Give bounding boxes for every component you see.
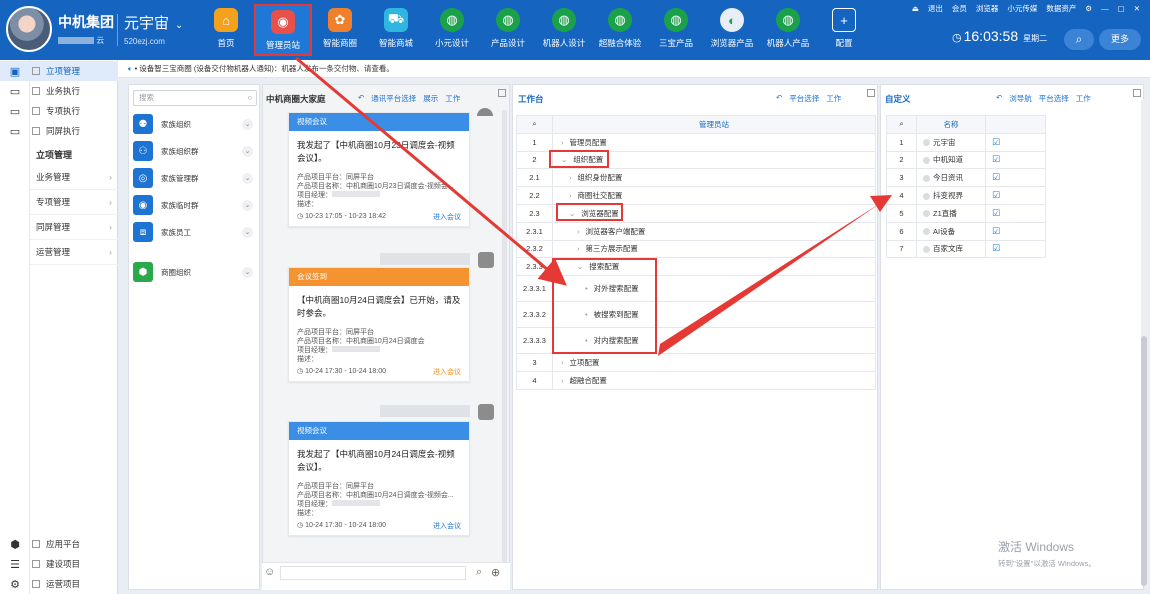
annotation-arrows [295,56,892,356]
arrow-wedge [658,202,882,356]
arrow-line [295,56,567,286]
arrowhead [870,195,892,212]
windows-activation-watermark: 激活 Windows 转到"设置"以激活 Windows。 [998,538,1096,569]
activation-line1: 激活 Windows [998,540,1075,554]
activation-line2: 转到"设置"以激活 Windows。 [998,559,1096,568]
